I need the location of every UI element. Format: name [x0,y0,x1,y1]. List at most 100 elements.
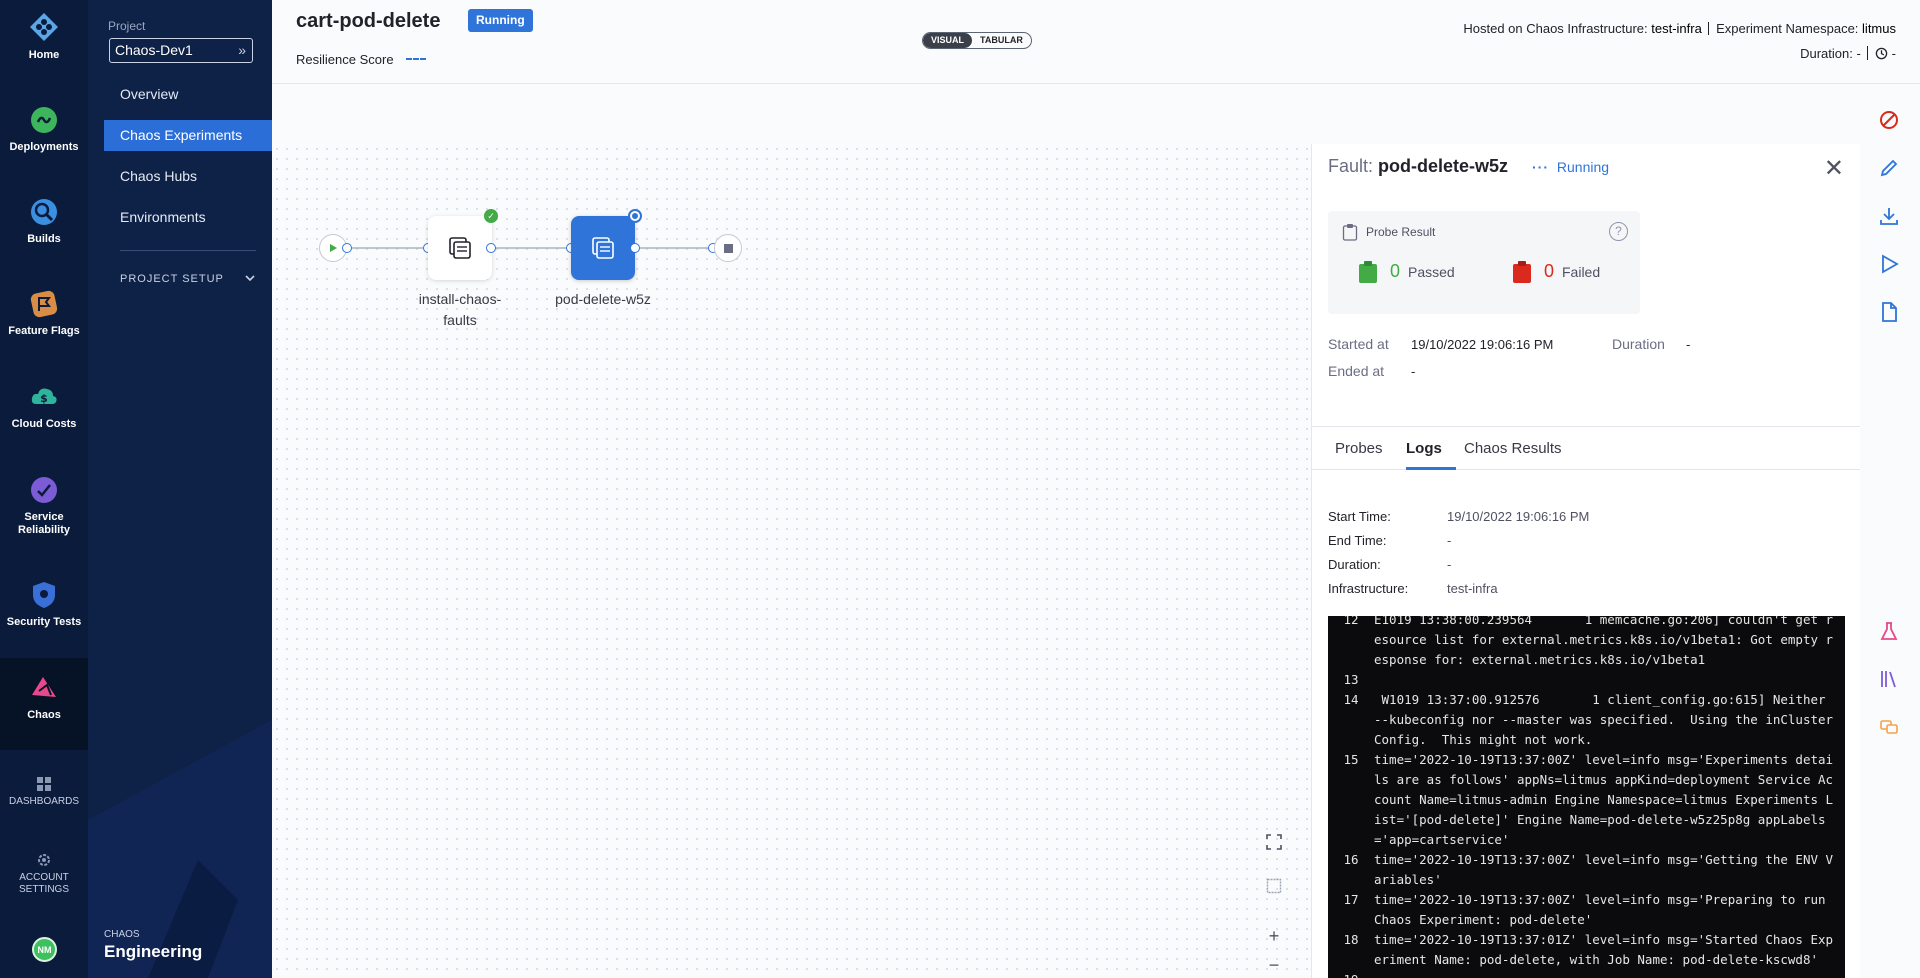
flask-icon[interactable] [1878,620,1900,642]
resilience-score-value [406,58,426,61]
log-lines: 12 E1019 13:38:00.239564 1 memcache.go:20… [1328,616,1845,978]
line-number: 12 [1343,616,1359,627]
line-number: 16 [1343,852,1359,867]
line-number: 14 [1343,692,1359,707]
failed-clipboard-icon [1513,261,1531,283]
menu-overview[interactable]: Overview [104,79,272,110]
running-indicator-dot [632,213,638,219]
infra-name: test-infra [1651,21,1702,36]
nav-builds[interactable]: Builds [0,197,88,246]
port-dot [342,243,352,253]
double-chevron-right-icon: » [238,42,246,58]
home-icon [30,13,58,41]
zoom-out-icon[interactable]: − [1259,950,1289,978]
nav-cloud-costs[interactable]: $ Cloud Costs [0,382,88,431]
log-console[interactable]: 12 E1019 13:38:00.239564 1 memcache.go:20… [1328,616,1845,978]
avatar[interactable]: NM [32,937,57,962]
infra-prefix: Hosted on Chaos Infrastructure: [1463,21,1648,36]
log-duration-label: Duration: [1328,557,1381,572]
nav-service-reliability-label-1: Service [24,511,64,523]
nav-cloud-costs-label: Cloud Costs [11,418,77,430]
nav-security-tests[interactable]: Security Tests [0,580,88,629]
project-selector[interactable]: Chaos-Dev1 » [109,38,253,63]
nav-dashboards[interactable]: DASHBOARDS [0,776,88,808]
library-icon[interactable] [1878,668,1900,690]
log-line: 16 time='2022-10-19T13:37:00Z' level=info… [1328,850,1845,890]
help-icon[interactable]: ? [1609,222,1628,241]
log-infrastructure-label: Infrastructure: [1328,581,1409,596]
nav-home[interactable]: Home [0,12,88,62]
clock-value: - [1891,46,1896,61]
right-toolbar [1860,84,1920,978]
view-toggle[interactable]: VISUAL TABULAR [922,32,1032,49]
edit-icon[interactable] [1878,157,1900,179]
experiment-canvas[interactable]: ✓ install-chaos- faults pod-delete-w5z +… [272,144,1310,978]
project-setup-toggle[interactable]: PROJECT SETUP [120,273,256,285]
line-text: time='2022-10-19T13:37:00Z' level=info m… [1374,752,1834,847]
duration-text: Duration: - [1800,46,1861,61]
fault-icon [592,237,614,259]
nav-account-label-1: ACCOUNT [19,872,69,883]
service-reliability-icon [31,477,57,503]
security-tests-icon [33,582,55,608]
close-icon[interactable]: ✕ [1824,154,1844,183]
node-label-pod-delete-w5z: pod-delete-w5z [555,291,651,307]
fault-status: ··· Running [1532,159,1609,175]
line-text: time='2022-10-19T13:37:00Z' level=info m… [1374,852,1834,887]
fault-template-icon[interactable] [1878,716,1900,738]
experiment-title: cart-pod-delete [296,10,441,32]
active-tab-indicator [1406,467,1456,470]
select-area-icon[interactable] [1259,871,1289,901]
chevron-down-icon [245,275,255,282]
tab-chaos-results[interactable]: Chaos Results [1464,440,1562,457]
log-start-time-label: Start Time: [1328,509,1391,524]
end-node[interactable] [714,234,742,262]
fault-node-install-chaos-faults[interactable] [428,216,492,280]
tab-probes[interactable]: Probes [1335,440,1383,457]
menu-chaos-experiments[interactable]: Chaos Experiments [104,120,272,151]
brand-name: Engineering [104,942,203,961]
log-line: 17 time='2022-10-19T13:37:00Z' level=info… [1328,890,1845,930]
node-label-install-chaos-faults: install-chaos- faults [402,289,518,331]
chaos-icon [32,677,56,697]
run-icon[interactable] [1878,253,1900,275]
nav-dashboards-label: DASHBOARDS [8,796,79,807]
port-dot [486,243,496,253]
document-icon[interactable] [1878,301,1900,323]
passed-count: 0 [1390,261,1401,281]
nav-account-settings[interactable]: ACCOUNT SETTINGS [0,852,88,896]
log-line: 19 [1328,970,1845,978]
log-infrastructure-value: test-infra [1447,581,1498,596]
fit-to-screen-icon[interactable] [1259,827,1289,857]
probe-result-card: Probe Result ? 0 Passed 0 Failed [1328,211,1640,314]
infrastructure-info: Hosted on Chaos Infrastructure: test-inf… [1463,21,1896,36]
builds-icon [31,199,57,225]
download-icon[interactable] [1878,205,1900,227]
started-at-label: Started at [1328,336,1389,352]
select-shape [1266,878,1282,894]
tab-logs[interactable]: Logs [1406,440,1442,457]
line-text: time='2022-10-19T13:37:01Z' level=info m… [1374,932,1834,967]
menu-environments[interactable]: Environments [104,202,272,233]
line-number: 17 [1343,892,1359,907]
nav-chaos[interactable]: Chaos [0,658,88,750]
fault-prefix: Fault: [1328,156,1374,176]
gear-icon [38,854,50,866]
nav-feature-flags[interactable]: Feature Flags [0,289,88,338]
resilience-score-label: Resilience Score [296,52,394,67]
menu-chaos-hubs[interactable]: Chaos Hubs [104,161,272,192]
project-selector-value: Chaos-Dev1 [115,42,193,58]
view-tabular-option[interactable]: TABULAR [972,33,1031,48]
duration-value: - [1686,337,1691,352]
line-number: 19 [1328,970,1374,978]
fault-node-pod-delete-w5z[interactable] [571,216,635,280]
fault-title: Fault: pod-delete-w5z [1328,156,1508,177]
stop-experiment-icon[interactable] [1878,109,1900,131]
zoom-in-icon[interactable]: + [1259,921,1289,951]
nav-service-reliability[interactable]: Service Reliability [0,475,88,537]
nav-deployments[interactable]: Deployments [0,105,88,154]
probe-result-title: Probe Result [1366,225,1436,239]
log-duration-value: - [1447,557,1452,572]
running-indicator-icon [628,209,642,223]
view-visual-option[interactable]: VISUAL [923,33,973,48]
